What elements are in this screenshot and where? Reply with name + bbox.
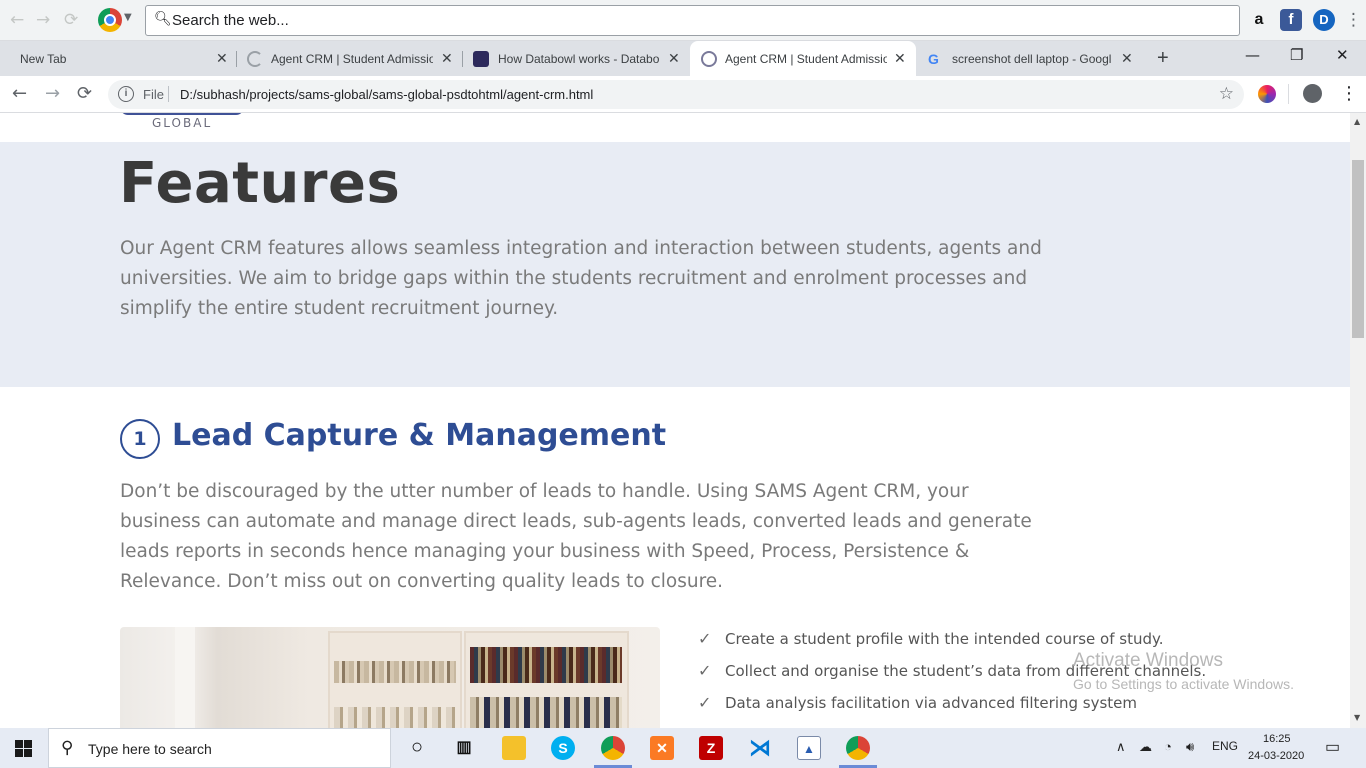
file-explorer-icon[interactable] (502, 736, 526, 760)
search-icon: 🔍︎ (154, 11, 172, 27)
profile-avatar-icon[interactable] (1303, 84, 1322, 103)
window-frame (175, 627, 195, 728)
extension-color-icon[interactable] (1258, 85, 1276, 103)
books-row (470, 697, 622, 728)
close-icon[interactable]: ✕ (216, 50, 228, 67)
language-indicator[interactable]: ENG (1212, 739, 1238, 753)
checklist-text: Create a student profile with the intend… (725, 630, 1164, 648)
books-row (334, 661, 456, 683)
tab-databowl[interactable]: How Databowl works - Databo ✕ (463, 41, 689, 76)
step-number-badge: 1 (120, 419, 160, 459)
reload-button[interactable]: ⟳ (77, 83, 92, 104)
facebook-icon[interactable]: f (1280, 9, 1302, 31)
tab-google-search[interactable]: G screenshot dell laptop - Googl ✕ (917, 41, 1143, 76)
scroll-up-arrow-icon[interactable]: ▲ (1354, 117, 1360, 126)
back-button[interactable]: ← (12, 83, 27, 104)
forward-button[interactable]: → (45, 83, 60, 104)
databowl-icon (473, 51, 489, 67)
page-scrollbar[interactable]: ▲ ▼ (1350, 113, 1366, 728)
divider (1288, 84, 1289, 104)
checkmark-icon: ✓ (698, 693, 712, 712)
volume-icon[interactable]: 🔊︎ (1186, 739, 1194, 755)
checkmark-icon: ✓ (698, 661, 712, 680)
info-icon[interactable]: i (118, 86, 134, 102)
chrome-icon-2[interactable] (846, 736, 870, 760)
task-view-icon[interactable]: ▥ (452, 736, 476, 760)
windows-taskbar: ⚲ Type here to search ○ ▥ S ✕ Z ⋊ ▲ ∧ ☁ … (0, 728, 1366, 768)
sams-favicon-icon (701, 51, 717, 67)
search-icon: ⚲ (61, 738, 74, 758)
checkmark-icon: ✓ (698, 629, 712, 648)
checklist-text: Data analysis facilitation via advanced … (725, 694, 1138, 712)
d-extension-icon[interactable]: D (1313, 9, 1335, 31)
filezilla-icon[interactable]: Z (699, 736, 723, 760)
loading-spinner-icon (247, 51, 263, 67)
lead-capture-heading: Lead Capture & Management (172, 418, 667, 453)
notification-icon[interactable]: ▭ (1325, 737, 1340, 757)
vscode-icon[interactable]: ⋊ (748, 736, 772, 760)
divider (168, 86, 169, 102)
minimize-button[interactable]: — (1245, 46, 1260, 64)
close-window-button[interactable]: ✕ (1336, 46, 1349, 64)
wifi-icon[interactable]: ◔ (1164, 739, 1172, 754)
url-text[interactable]: D:/subhash/projects/sams-global/sams-glo… (180, 87, 593, 102)
web-search-placeholder: Search the web... (172, 12, 289, 29)
chrome-logo-icon[interactable] (98, 8, 122, 32)
features-heading: Features (119, 151, 401, 216)
clock-time[interactable]: 16:25 (1263, 733, 1291, 745)
sams-logo-icon[interactable] (120, 113, 244, 115)
tab-agent-crm-loading[interactable]: Agent CRM | Student Admissio ✕ (237, 41, 462, 76)
tab-label: New Tab (20, 52, 67, 66)
amazon-icon[interactable]: a (1248, 9, 1270, 31)
back-icon[interactable]: ← (10, 10, 24, 30)
tab-new-tab[interactable]: New Tab ✕ (0, 41, 236, 76)
maximize-button[interactable]: ❐ (1290, 46, 1303, 64)
scrollbar-thumb[interactable] (1352, 160, 1364, 338)
scroll-down-arrow-icon[interactable]: ▼ (1354, 713, 1360, 722)
tab-label: How Databowl works - Databo (498, 52, 660, 66)
forward-icon[interactable]: → (36, 10, 50, 30)
books-row (470, 647, 622, 683)
web-page: GLOBAL Features Our Agent CRM features a… (0, 113, 1350, 728)
tab-label: screenshot dell laptop - Googl (952, 52, 1112, 66)
menu-icon[interactable]: ⋮ (1345, 10, 1362, 30)
windows-start-icon[interactable] (15, 740, 32, 757)
omnibox[interactable]: i File D:/subhash/projects/sams-global/s… (108, 80, 1244, 109)
reload-icon[interactable]: ⟳ (64, 10, 78, 30)
google-icon: G (928, 51, 939, 67)
xampp-icon[interactable]: ✕ (650, 736, 674, 760)
taskbar-search-placeholder: Type here to search (88, 741, 212, 757)
web-search-input[interactable]: 🔍︎ Search the web... (145, 5, 1240, 36)
taskbar-search-input[interactable]: ⚲ Type here to search (48, 728, 391, 768)
image-viewer-icon[interactable]: ▲ (797, 736, 821, 760)
close-icon[interactable]: ✕ (668, 50, 680, 67)
skype-icon[interactable]: S (551, 736, 575, 760)
close-icon[interactable]: ✕ (894, 50, 906, 67)
tab-label: Agent CRM | Student Admissio (725, 52, 887, 66)
lead-capture-description: Don’t be discouraged by the utter number… (120, 481, 1032, 592)
close-icon[interactable]: ✕ (441, 50, 453, 67)
logo-text: GLOBAL (152, 116, 213, 130)
address-bar: ← → ⟳ i File D:/subhash/projects/sams-gl… (0, 76, 1366, 113)
features-description: Our Agent CRM features allows seamless i… (120, 238, 1042, 319)
chevron-up-icon[interactable]: ∧ (1116, 739, 1126, 755)
tab-label: Agent CRM | Student Admissio (271, 52, 433, 66)
new-tab-button[interactable]: + (1157, 47, 1169, 70)
activate-windows-watermark-subtitle: Go to Settings to activate Windows. (1073, 676, 1294, 692)
cortana-icon[interactable]: ○ (405, 736, 429, 760)
bookshelf-photo (120, 627, 660, 728)
scheme-label: File (143, 87, 164, 102)
onedrive-cloud-icon[interactable]: ☁ (1139, 739, 1152, 755)
chrome-menu-icon[interactable]: ⋮ (1340, 83, 1358, 104)
chrome-icon[interactable] (601, 736, 625, 760)
activate-windows-watermark-title: Activate Windows (1073, 650, 1223, 671)
books-row (334, 707, 456, 728)
tab-strip: New Tab ✕ Agent CRM | Student Admissio ✕… (0, 41, 1366, 76)
chevron-down-icon[interactable]: ▼ (124, 12, 132, 23)
bookmark-star-icon[interactable]: ☆ (1219, 84, 1234, 104)
extension-toolbar: ← → ⟳ ▼ 🔍︎ Search the web... a f D ⋮ (0, 0, 1366, 41)
close-icon[interactable]: ✕ (1121, 50, 1133, 67)
tab-agent-crm-active[interactable]: Agent CRM | Student Admissio ✕ (690, 41, 916, 76)
clock-date[interactable]: 24-03-2020 (1248, 750, 1304, 762)
